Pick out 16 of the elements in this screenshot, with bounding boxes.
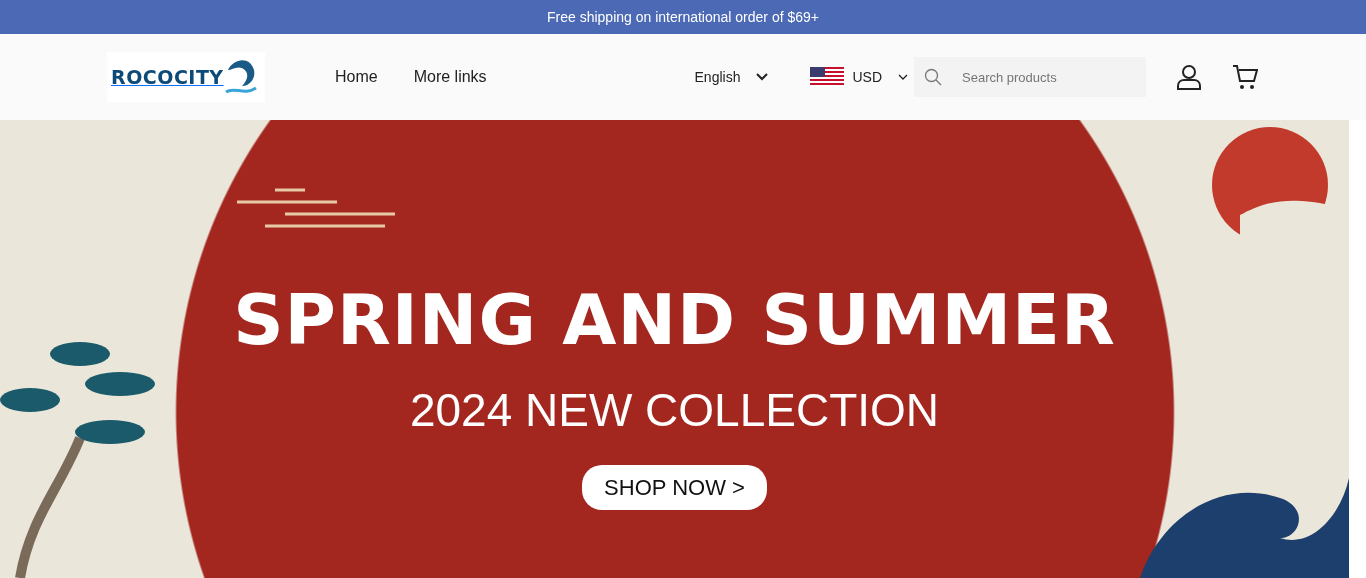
- banner-subtitle: 2024 NEW COLLECTION: [409, 387, 940, 433]
- currency-dropdown[interactable]: USD: [804, 65, 914, 89]
- language-dropdown[interactable]: English: [688, 65, 775, 89]
- chevron-down-icon: [756, 73, 769, 81]
- shop-now-button[interactable]: SHOP NOW >: [582, 465, 767, 510]
- chevron-down-icon: [898, 74, 908, 80]
- nav-link[interactable]: Home: [335, 65, 378, 89]
- flag-icon: [810, 67, 845, 87]
- account-icon[interactable]: [1176, 64, 1202, 90]
- logo-text: ROCOCITY: [111, 64, 224, 90]
- logo[interactable]: ROCOCITY: [107, 52, 265, 102]
- banner-title: SPRING AND SUMMER: [233, 285, 1116, 355]
- nav-link[interactable]: More links: [413, 65, 487, 89]
- announcement-text: Free shipping on international order of $69+: [547, 7, 819, 27]
- search-field[interactable]: Search products: [914, 57, 1146, 97]
- cart-icon[interactable]: [1232, 64, 1258, 90]
